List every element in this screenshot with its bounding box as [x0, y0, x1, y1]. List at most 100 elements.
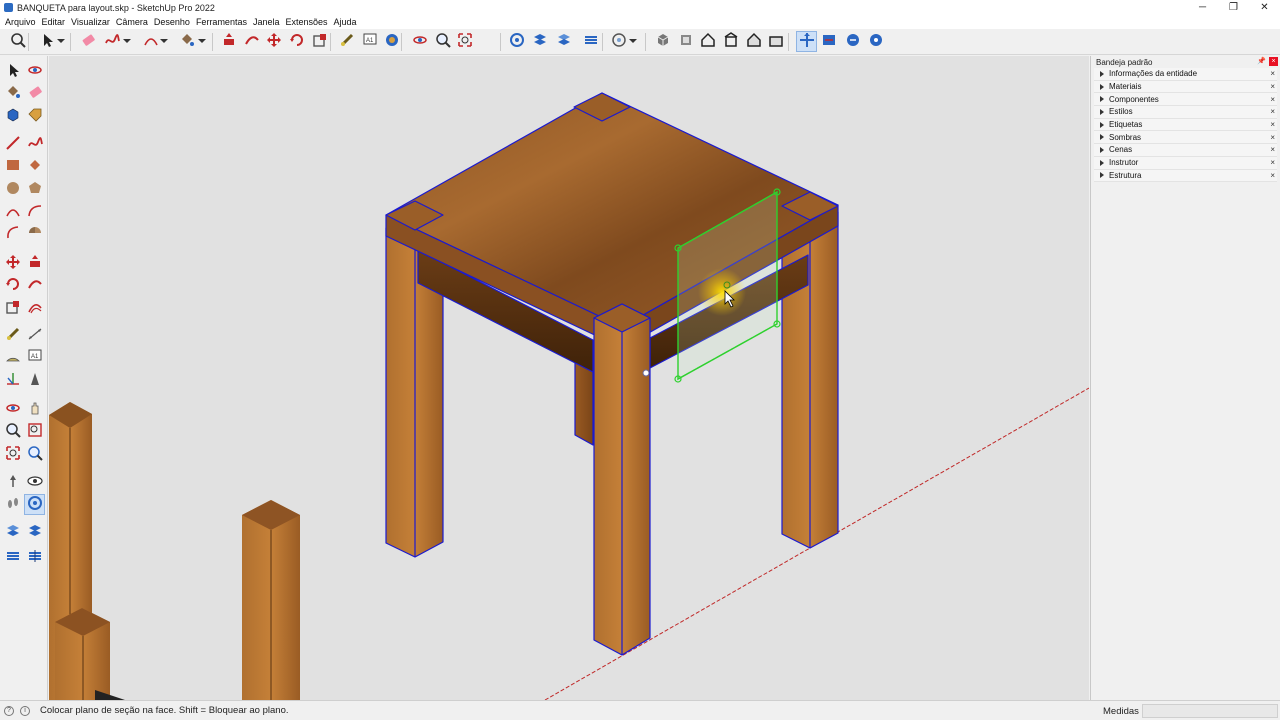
tool-line[interactable] — [2, 134, 23, 155]
scale-button[interactable] — [309, 31, 330, 52]
tool-arc[interactable] — [2, 202, 23, 223]
close-icon[interactable]: × — [1270, 133, 1275, 142]
menu-camera[interactable]: Câmera — [116, 17, 148, 27]
tool-section-display[interactable] — [2, 547, 23, 568]
tool-follow-me[interactable] — [24, 275, 45, 296]
tool-paint-bucket[interactable] — [2, 83, 23, 104]
tray-panel-item[interactable]: Estrutura × — [1094, 169, 1277, 183]
tool-zoom-window[interactable] — [24, 421, 45, 442]
tool-orbit[interactable] — [24, 61, 45, 82]
restore-button[interactable]: ❐ — [1218, 0, 1249, 15]
tool-axes[interactable] — [2, 370, 23, 391]
tool-look-around[interactable] — [24, 472, 45, 493]
dropdown-button[interactable] — [627, 31, 638, 52]
tool-position-camera[interactable] — [2, 472, 23, 493]
tool-polygon[interactable] — [24, 179, 45, 200]
section-plane-display-button[interactable] — [818, 31, 839, 52]
close-icon[interactable]: × — [1270, 145, 1275, 154]
tool-two-point-arc[interactable] — [24, 202, 45, 223]
rotate-button[interactable] — [286, 31, 307, 52]
tool-pan[interactable] — [24, 399, 45, 420]
menu-extensoes[interactable]: Extensões — [286, 17, 328, 27]
expand-arrow-icon[interactable] — [1100, 83, 1104, 90]
expand-arrow-icon[interactable] — [1100, 108, 1104, 115]
tool-eraser[interactable] — [24, 83, 45, 104]
tool-component[interactable] — [2, 106, 23, 127]
model-canvas[interactable] — [49, 56, 1089, 700]
close-icon[interactable]: × — [1270, 82, 1275, 91]
menu-ferramentas[interactable]: Ferramentas — [196, 17, 247, 27]
left-view-button[interactable] — [765, 31, 786, 52]
geolocation-icon[interactable]: i — [20, 705, 30, 716]
close-button[interactable]: ✕ — [1249, 0, 1280, 15]
expand-arrow-icon[interactable] — [1100, 172, 1104, 179]
close-icon[interactable]: × — [1270, 95, 1275, 104]
follow-me-button[interactable] — [241, 31, 262, 52]
tray-panel-item[interactable]: Componentes × — [1094, 93, 1277, 107]
expand-arrow-icon[interactable] — [1100, 159, 1104, 166]
zoom-button[interactable] — [432, 31, 453, 52]
menu-arquivo[interactable]: Arquivo — [5, 17, 36, 27]
section-display-button[interactable] — [580, 31, 601, 52]
tray-panel-item[interactable]: Cenas × — [1094, 144, 1277, 157]
back-view-button[interactable] — [743, 31, 764, 52]
measurements-input[interactable] — [1142, 704, 1278, 718]
background-post[interactable] — [242, 500, 300, 700]
tool-previous-view[interactable] — [24, 444, 45, 465]
tray-panel-item[interactable]: Sombras × — [1094, 131, 1277, 145]
dropdown-button[interactable] — [55, 31, 66, 52]
front-view-button[interactable] — [697, 31, 718, 52]
orbit-button[interactable] — [409, 31, 430, 52]
tool-section-cut[interactable] — [24, 522, 45, 543]
tape-measure-button[interactable] — [336, 31, 357, 52]
right-view-button[interactable] — [720, 31, 741, 52]
close-icon[interactable]: × — [1270, 120, 1275, 129]
tool-offset[interactable] — [24, 298, 45, 319]
tool-orbit[interactable] — [2, 399, 23, 420]
tool-text[interactable]: A1 — [24, 347, 45, 368]
tray-panel-item[interactable]: Informações da entidade × — [1094, 68, 1277, 81]
expand-arrow-icon[interactable] — [1100, 146, 1104, 153]
iso-view-button[interactable] — [652, 31, 673, 52]
tray-panel-item[interactable]: Materiais × — [1094, 80, 1277, 94]
section-tool-button[interactable] — [796, 31, 817, 52]
expand-arrow-icon[interactable] — [1100, 134, 1104, 141]
paint-button[interactable] — [381, 31, 402, 52]
section-cut-button[interactable] — [529, 31, 550, 52]
tool-move[interactable] — [2, 253, 23, 274]
background-block-short[interactable] — [55, 608, 110, 700]
dropdown-button[interactable] — [158, 31, 169, 52]
close-icon[interactable]: × — [1270, 171, 1275, 180]
tray-panel-item[interactable]: Estilos × — [1094, 106, 1277, 119]
tool-push-pull[interactable] — [24, 253, 45, 274]
close-icon[interactable]: × — [1270, 158, 1275, 167]
tool-freehand[interactable] — [24, 134, 45, 155]
dropdown-button[interactable] — [121, 31, 132, 52]
section-cuts-button[interactable] — [842, 31, 863, 52]
expand-arrow-icon[interactable] — [1100, 96, 1104, 103]
tool-select[interactable] — [2, 61, 23, 82]
tool-protractor[interactable] — [2, 347, 23, 368]
tool-tape-measure[interactable] — [2, 325, 23, 346]
menu-desenho[interactable]: Desenho — [154, 17, 190, 27]
section-fill-toggle-button[interactable] — [865, 31, 886, 52]
tool-rotate[interactable] — [2, 275, 23, 296]
tray-panel-item[interactable]: Etiquetas × — [1094, 118, 1277, 132]
push-pull-button[interactable] — [218, 31, 239, 52]
tool-section-fill[interactable] — [2, 522, 23, 543]
move-button[interactable] — [263, 31, 284, 52]
tool-section-planes[interactable] — [24, 547, 45, 568]
menu-janela[interactable]: Janela — [253, 17, 280, 27]
pin-icon[interactable]: 📌 — [1257, 57, 1266, 65]
tool-rectangle[interactable] — [2, 156, 23, 177]
minimize-button[interactable]: ─ — [1187, 0, 1218, 15]
menu-ajuda[interactable]: Ajuda — [334, 17, 357, 27]
tray-close-button[interactable]: × — [1269, 57, 1278, 66]
expand-arrow-icon[interactable] — [1100, 121, 1104, 128]
expand-arrow-icon[interactable] — [1100, 70, 1104, 77]
tool-three-point-arc[interactable] — [2, 224, 23, 245]
tool-rotated-rect[interactable] — [24, 156, 45, 177]
tool-dimension[interactable] — [24, 325, 45, 346]
tool-zoom[interactable] — [2, 421, 23, 442]
tray-panel-item[interactable]: Instrutor × — [1094, 156, 1277, 170]
